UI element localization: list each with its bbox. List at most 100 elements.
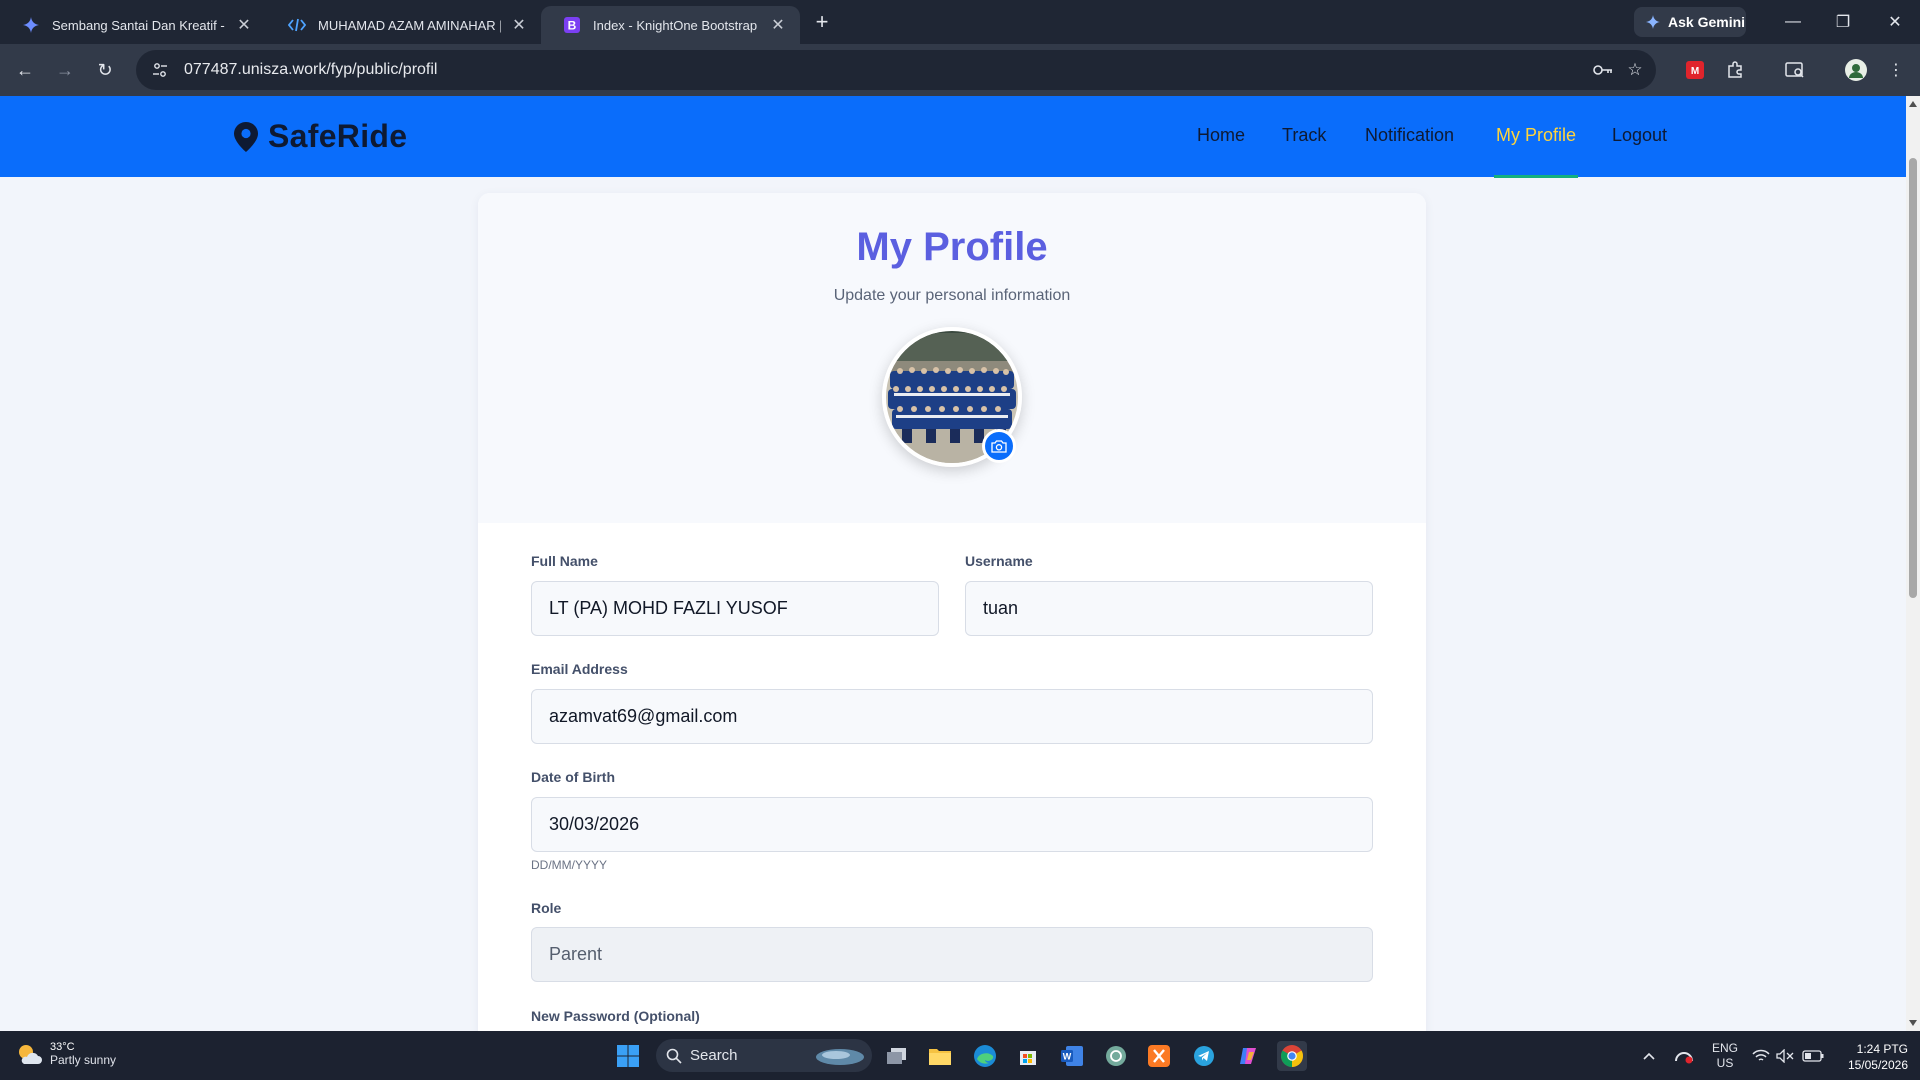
email-label: Email Address bbox=[531, 661, 628, 677]
tab-title: MUHAMAD AZAM AMINAHAR | e bbox=[318, 17, 501, 33]
search-label: Search bbox=[690, 1047, 738, 1064]
restore-button[interactable]: ❐ bbox=[1818, 0, 1868, 44]
xampp-icon[interactable] bbox=[1144, 1041, 1174, 1071]
volume-muted-icon[interactable] bbox=[1776, 1031, 1794, 1080]
active-nav-indicator bbox=[1494, 175, 1578, 178]
dob-input[interactable]: 30/03/2026 bbox=[531, 797, 1373, 852]
taskbar-search[interactable]: Search bbox=[656, 1039, 872, 1072]
full-name-label: Full Name bbox=[531, 553, 598, 569]
battery-icon[interactable] bbox=[1802, 1031, 1824, 1080]
address-bar[interactable]: 077487.unisza.work/fyp/public/profil ☆ bbox=[136, 50, 1656, 90]
camera-icon bbox=[991, 439, 1007, 453]
tray-overflow-chevron-icon[interactable] bbox=[1642, 1031, 1656, 1080]
svg-text:B: B bbox=[568, 19, 577, 33]
browser-tab-bar: Sembang Santai Dan Kreatif - Google Gemi… bbox=[0, 0, 1920, 44]
wifi-icon[interactable] bbox=[1752, 1031, 1770, 1080]
profile-avatar-icon[interactable] bbox=[1844, 58, 1868, 82]
edge-browser-icon[interactable] bbox=[970, 1041, 1000, 1071]
nav-track[interactable]: Track bbox=[1282, 125, 1326, 146]
browser-tab-active[interactable]: B Index - KnightOne Bootstrap Template ✕ bbox=[541, 6, 800, 44]
weather-temp: 33°C bbox=[50, 1041, 75, 1053]
nav-logout[interactable]: Logout bbox=[1612, 125, 1667, 146]
tab-search-icon[interactable] bbox=[1783, 58, 1807, 82]
site-logo[interactable]: SafeRide bbox=[234, 118, 407, 155]
svg-text:M: M bbox=[1691, 66, 1699, 77]
windows-start-icon[interactable] bbox=[613, 1041, 643, 1071]
copilot-icon[interactable] bbox=[1233, 1041, 1263, 1071]
site-info-icon[interactable] bbox=[148, 58, 172, 82]
clock-time: 1:24 PTG bbox=[1856, 1042, 1908, 1056]
ask-gemini-button[interactable]: Ask Gemini bbox=[1634, 7, 1746, 37]
nav-my-profile[interactable]: My Profile bbox=[1496, 125, 1576, 146]
gemini-icon bbox=[22, 16, 40, 34]
scroll-down-arrow[interactable] bbox=[1909, 1020, 1917, 1026]
extension-red-icon[interactable]: M bbox=[1683, 58, 1707, 82]
weather-desc: Partly sunny bbox=[50, 1053, 117, 1067]
username-input[interactable]: tuan bbox=[965, 581, 1373, 636]
microsoft-store-icon[interactable] bbox=[1013, 1041, 1043, 1071]
page-title: My Profile bbox=[856, 225, 1048, 269]
tray-app-icon[interactable] bbox=[1674, 1031, 1694, 1080]
minimize-button[interactable]: — bbox=[1768, 0, 1818, 44]
back-button[interactable]: ← bbox=[11, 56, 39, 84]
bookmark-star-icon[interactable]: ☆ bbox=[1624, 59, 1646, 81]
partly-sunny-icon bbox=[19, 1045, 42, 1064]
taskbar-clock[interactable]: 1:24 PTG 15/05/2026 bbox=[1832, 1041, 1908, 1073]
windows-taskbar: 33°C Partly sunny Search W ENG US 1:24 P… bbox=[0, 1031, 1920, 1080]
word-icon[interactable]: W bbox=[1057, 1041, 1087, 1071]
search-highlight-icon bbox=[816, 1048, 864, 1065]
chrome-menu-icon[interactable]: ⋮ bbox=[1884, 58, 1908, 82]
code-icon bbox=[288, 16, 306, 34]
role-input: Parent bbox=[531, 927, 1373, 982]
svg-text:W: W bbox=[1063, 1052, 1072, 1062]
browser-tab-code[interactable]: MUHAMAD AZAM AMINAHAR | e ✕ bbox=[266, 6, 541, 44]
gemini-icon bbox=[1646, 15, 1660, 29]
clock-date: 15/05/2026 bbox=[1847, 1058, 1908, 1072]
weather-widget[interactable]: 33°C Partly sunny bbox=[16, 1041, 116, 1067]
extensions-puzzle-icon[interactable] bbox=[1723, 58, 1747, 82]
forward-button[interactable]: → bbox=[51, 56, 79, 84]
page-subtitle: Update your personal information bbox=[833, 287, 1071, 304]
browser-toolbar: ← → ↻ 077487.unisza.work/fyp/public/prof… bbox=[0, 44, 1920, 96]
browser-tab-gemini[interactable]: Sembang Santai Dan Kreatif - Google Gemi… bbox=[0, 6, 266, 44]
nav-home[interactable]: Home bbox=[1197, 125, 1245, 146]
scrollbar-thumb[interactable] bbox=[1909, 158, 1917, 598]
lang-top: ENG bbox=[1711, 1040, 1738, 1055]
close-tab-icon[interactable]: ✕ bbox=[234, 15, 254, 35]
new-password-label: New Password (Optional) bbox=[531, 1008, 700, 1024]
reload-button[interactable]: ↻ bbox=[91, 56, 119, 84]
username-label: Username bbox=[965, 553, 1033, 569]
password-key-icon[interactable] bbox=[1592, 59, 1614, 81]
profile-card: My Profile Update your personal informat… bbox=[478, 193, 1426, 1031]
bootstrap-icon: B bbox=[563, 16, 581, 34]
logo-text: SafeRide bbox=[268, 118, 408, 154]
page-scrollbar[interactable] bbox=[1906, 96, 1920, 1031]
close-window-button[interactable]: ✕ bbox=[1870, 0, 1920, 44]
language-indicator[interactable]: ENG US bbox=[1711, 1031, 1739, 1080]
lang-bottom: US bbox=[1716, 1055, 1734, 1070]
email-input[interactable]: azamvat69@gmail.com bbox=[531, 689, 1373, 744]
chrome-taskbar-icon[interactable] bbox=[1277, 1041, 1307, 1071]
close-tab-icon[interactable]: ✕ bbox=[509, 15, 529, 35]
ask-gemini-label: Ask Gemini bbox=[1668, 14, 1746, 30]
new-tab-button[interactable]: + bbox=[808, 8, 836, 36]
page-viewport: SafeRide Home Track Notification My Prof… bbox=[0, 96, 1906, 1031]
task-view-icon[interactable] bbox=[882, 1041, 912, 1071]
map-pin-icon bbox=[234, 121, 258, 152]
full-name-input[interactable]: LT (PA) MOHD FAZLI YUSOF bbox=[531, 581, 939, 636]
dob-format-hint: DD/MM/YYYY bbox=[531, 858, 608, 872]
site-header: SafeRide Home Track Notification My Prof… bbox=[0, 96, 1906, 178]
change-photo-button[interactable] bbox=[982, 429, 1016, 463]
tab-title: Index - KnightOne Bootstrap Template bbox=[593, 17, 760, 33]
close-tab-icon[interactable]: ✕ bbox=[768, 15, 788, 35]
telegram-icon[interactable] bbox=[1189, 1041, 1219, 1071]
url-text: 077487.unisza.work/fyp/public/profil bbox=[184, 61, 438, 78]
file-explorer-icon[interactable] bbox=[925, 1041, 955, 1071]
search-icon bbox=[666, 1048, 682, 1064]
role-label: Role bbox=[531, 900, 562, 916]
chatgpt-icon[interactable] bbox=[1101, 1041, 1131, 1071]
dob-label: Date of Birth bbox=[531, 769, 615, 785]
scroll-up-arrow[interactable] bbox=[1909, 101, 1917, 107]
tab-title: Sembang Santai Dan Kreatif - Google Gemi… bbox=[52, 17, 226, 33]
nav-notification[interactable]: Notification bbox=[1365, 125, 1454, 146]
